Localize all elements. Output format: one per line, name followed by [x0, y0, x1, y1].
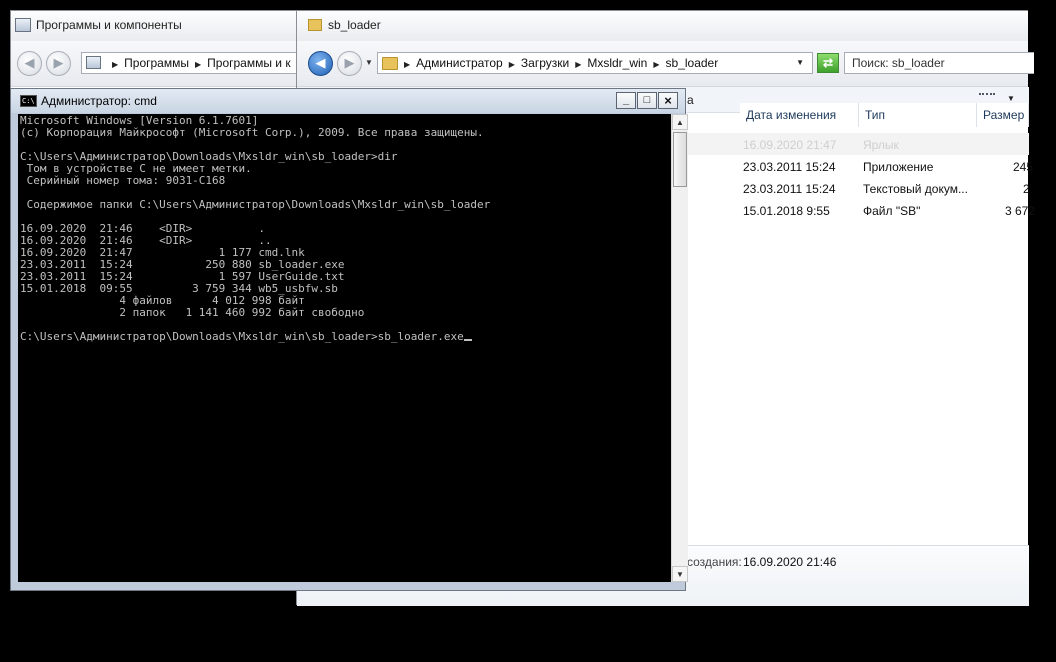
breadcrumb-administrator[interactable]: Администратор — [416, 53, 503, 73]
chevron-right-icon[interactable]: ▶ — [195, 55, 201, 73]
scroll-up-icon[interactable]: ▲ — [672, 114, 688, 130]
console-line: (c) Корпорация Майкрософт (Microsoft Cor… — [20, 126, 484, 139]
breadcrumb-sb-loader[interactable]: sb_loader — [666, 53, 719, 73]
refresh-button[interactable]: ⇄ — [817, 53, 839, 73]
text-cursor — [463, 339, 472, 341]
view-dropdown-icon[interactable]: ▼ — [1007, 94, 1015, 103]
explorer-navbar: ◀ ▶ ▼ ▶ Администратор ▶ Загрузки ▶ Mxsldr_win… — [297, 41, 1034, 87]
programs-navbar: ◀ ▶ ▶ Программы ▶ Программы и к — [11, 41, 321, 87]
row-type: Файл "SB" — [863, 204, 921, 218]
console-prompt: C:\Users\Администратор\Downloads\Mxsldr_… — [20, 330, 464, 343]
row-date: 15.01.2018 9:55 — [743, 204, 830, 218]
cmd-icon: C:\ — [20, 95, 37, 107]
breadcrumb-programs-and-features[interactable]: Программы и к — [207, 53, 290, 73]
scroll-thumb[interactable] — [673, 132, 687, 187]
console-line: Серийный номер тома: 9031-C168 — [20, 174, 226, 187]
row-date: 23.03.2011 15:24 — [743, 160, 836, 174]
chevron-right-icon[interactable]: ▶ — [404, 55, 410, 73]
details-created-label: создания: — [687, 555, 742, 569]
chevron-right-icon[interactable]: ▶ — [575, 55, 581, 73]
row-type: Текстовый докум... — [863, 182, 968, 196]
search-input[interactable]: Поиск: sb_loader — [844, 52, 1034, 74]
breadcrumb-programs[interactable]: Программы — [124, 53, 189, 73]
minimize-button[interactable]: _ — [616, 92, 636, 109]
table-row[interactable]: 23.03.2011 15:24 Текстовый докум... 2 — [687, 177, 1030, 199]
column-header-size[interactable]: Размер — [977, 103, 1029, 127]
row-date: 23.03.2011 15:24 — [743, 182, 836, 196]
explorer-address-bar[interactable]: ▶ Администратор ▶ Загрузки ▶ Mxsldr_win ▶ sb_lo… — [377, 52, 813, 74]
row-size: 3 672 — [1005, 204, 1036, 218]
column-header-date[interactable]: Дата изменения — [740, 103, 859, 127]
console-prompt-line: C:\Users\Администратор\Downloads\Mxsldr_… — [20, 331, 472, 343]
scroll-down-icon[interactable]: ▼ — [672, 566, 688, 582]
toolbar-item-partial[interactable]: а — [687, 93, 694, 107]
back-button[interactable]: ◀ — [17, 51, 42, 76]
programs-titlebar: Программы и компоненты — [11, 11, 305, 41]
back-button[interactable]: ◀ — [308, 51, 333, 76]
row-type: Приложение — [863, 160, 934, 174]
table-row[interactable]: 15.01.2018 9:55 Файл "SB" 3 672 — [687, 199, 1035, 221]
cmd-window: C:\ Администратор: cmd _ □ × Microsoft W… — [10, 88, 688, 591]
folder-icon — [382, 57, 398, 71]
forward-button[interactable]: ▶ — [46, 51, 71, 76]
cmd-titlebar[interactable]: C:\ Администратор: cmd _ □ × — [11, 89, 685, 113]
programs-address-bar[interactable]: ▶ Программы ▶ Программы и к — [81, 52, 321, 74]
row-type: Ярлык — [863, 138, 899, 152]
column-header-type[interactable]: Тип — [859, 103, 977, 127]
cmd-title: Администратор: cmd — [41, 94, 157, 108]
programs-title: Программы и компоненты — [36, 18, 182, 32]
explorer-title: sb_loader — [328, 18, 381, 32]
console-output[interactable]: Microsoft Windows [Version 6.1.7601] (c)… — [18, 114, 671, 582]
chevron-right-icon[interactable]: ▶ — [653, 55, 659, 73]
table-row[interactable]: 16.09.2020 21:47 Ярлык — [687, 133, 1029, 155]
breadcrumb-downloads[interactable]: Загрузки — [521, 53, 569, 73]
recent-pages-dropdown-icon[interactable]: ▼ — [365, 58, 373, 67]
table-row[interactable]: 23.03.2011 15:24 Приложение 245 — [687, 155, 1033, 177]
row-size: 245 — [1013, 160, 1034, 174]
maximize-button[interactable]: □ — [637, 92, 657, 109]
console-scrollbar[interactable]: ▲ ▼ — [671, 114, 688, 582]
breadcrumb-mxsldr-win[interactable]: Mxsldr_win — [587, 53, 647, 73]
control-panel-icon — [15, 18, 31, 32]
console-line: 2 папок 1 141 460 992 байт свободно — [20, 306, 365, 319]
forward-button[interactable]: ▶ — [337, 51, 362, 76]
chevron-right-icon[interactable]: ▶ — [112, 55, 118, 73]
control-panel-icon — [86, 56, 101, 69]
explorer-titlebar: sb_loader — [297, 11, 1028, 41]
row-date: 16.09.2020 21:47 — [743, 138, 837, 152]
address-dropdown-icon[interactable]: ▼ — [796, 58, 804, 67]
details-created-value: 16.09.2020 21:46 — [743, 555, 837, 569]
close-button[interactable]: × — [658, 92, 678, 109]
chevron-right-icon[interactable]: ▶ — [509, 55, 515, 73]
folder-icon — [308, 19, 322, 31]
row-size: 2 — [1023, 182, 1030, 196]
console-line: Содержимое папки C:\Users\Администратор\… — [20, 198, 491, 211]
